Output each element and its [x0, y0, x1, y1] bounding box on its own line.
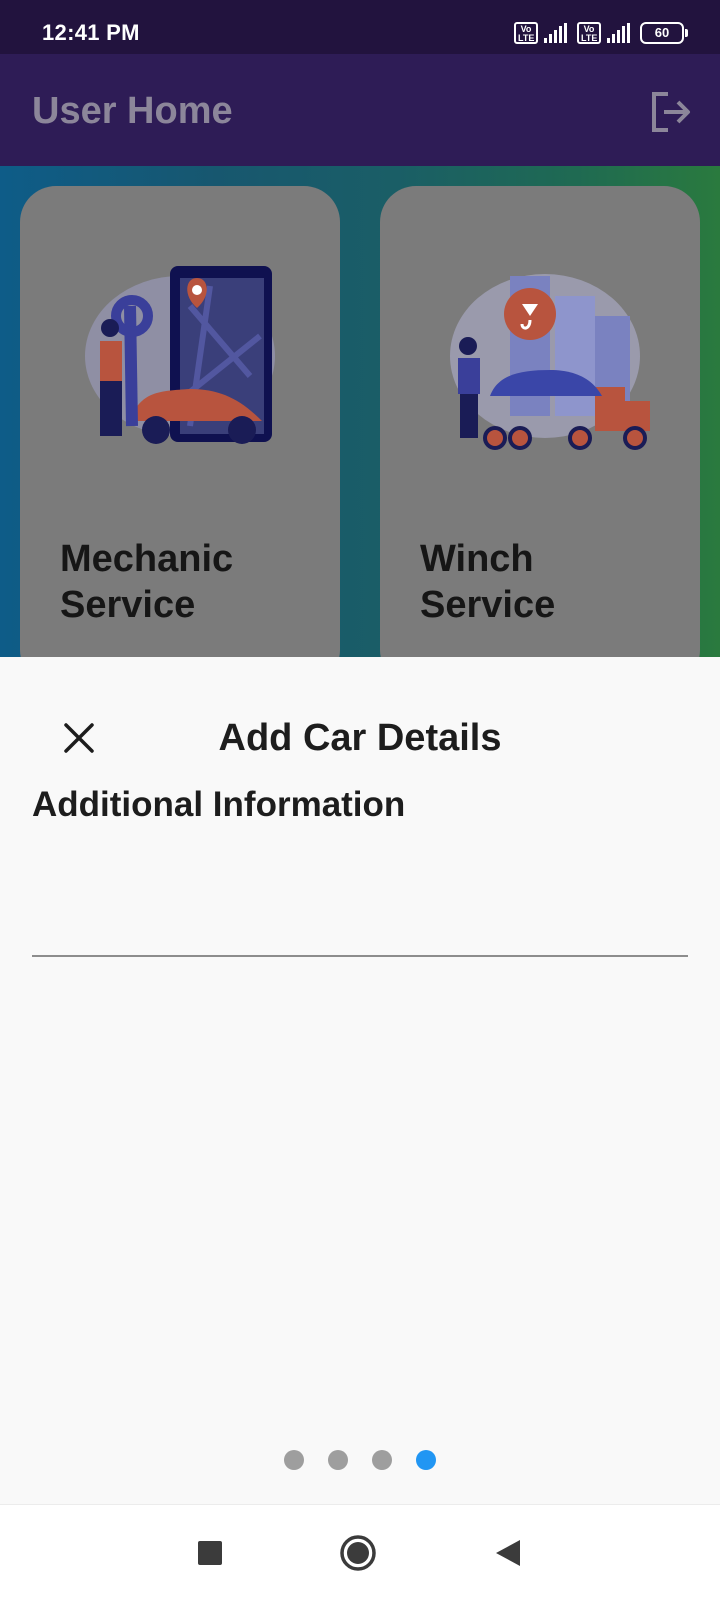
page-dot[interactable] — [372, 1450, 392, 1470]
page-dot[interactable] — [284, 1450, 304, 1470]
page-dot-active[interactable] — [416, 1450, 436, 1470]
back-button[interactable] — [486, 1531, 530, 1575]
additional-information-input[interactable] — [32, 837, 688, 957]
page-indicator — [0, 1450, 720, 1470]
home-button[interactable] — [336, 1531, 380, 1575]
signal-icon — [544, 23, 567, 43]
page-title: User Home — [32, 90, 233, 132]
volte-icon: Vo LTE — [514, 22, 538, 44]
tow-truck-illustration-icon — [450, 274, 650, 450]
mechanic-illustration-icon — [85, 266, 275, 444]
recents-button[interactable] — [188, 1531, 232, 1575]
volte-icon: Vo LTE — [577, 22, 601, 44]
winch-service-card[interactable]: Winch Service — [380, 186, 700, 686]
signal-icon — [607, 23, 630, 43]
winch-service-label: Winch Service — [420, 538, 556, 626]
status-bar: 12:41 PM Vo LTE Vo LTE 60 — [0, 0, 720, 54]
add-car-details-sheet: Add Car Details Additional Information — [0, 657, 720, 1504]
additional-information-label: Additional Information — [32, 785, 406, 824]
status-icons: Vo LTE Vo LTE 60 — [514, 22, 688, 44]
page-dot[interactable] — [328, 1450, 348, 1470]
app-bar: User Home — [0, 54, 720, 166]
sheet-title: Add Car Details — [218, 717, 502, 759]
battery-icon: 60 — [640, 22, 688, 44]
status-time: 12:41 PM — [42, 20, 140, 45]
triangle-back-icon — [496, 1540, 520, 1566]
circle-icon — [340, 1535, 376, 1571]
battery-level: 60 — [654, 25, 670, 40]
mechanic-service-card[interactable]: Mechanic Service — [20, 186, 340, 686]
mechanic-service-label: Mechanic Service — [60, 538, 234, 626]
system-nav-bar — [0, 1504, 720, 1600]
logout-icon[interactable] — [646, 88, 694, 136]
square-icon — [198, 1541, 222, 1565]
